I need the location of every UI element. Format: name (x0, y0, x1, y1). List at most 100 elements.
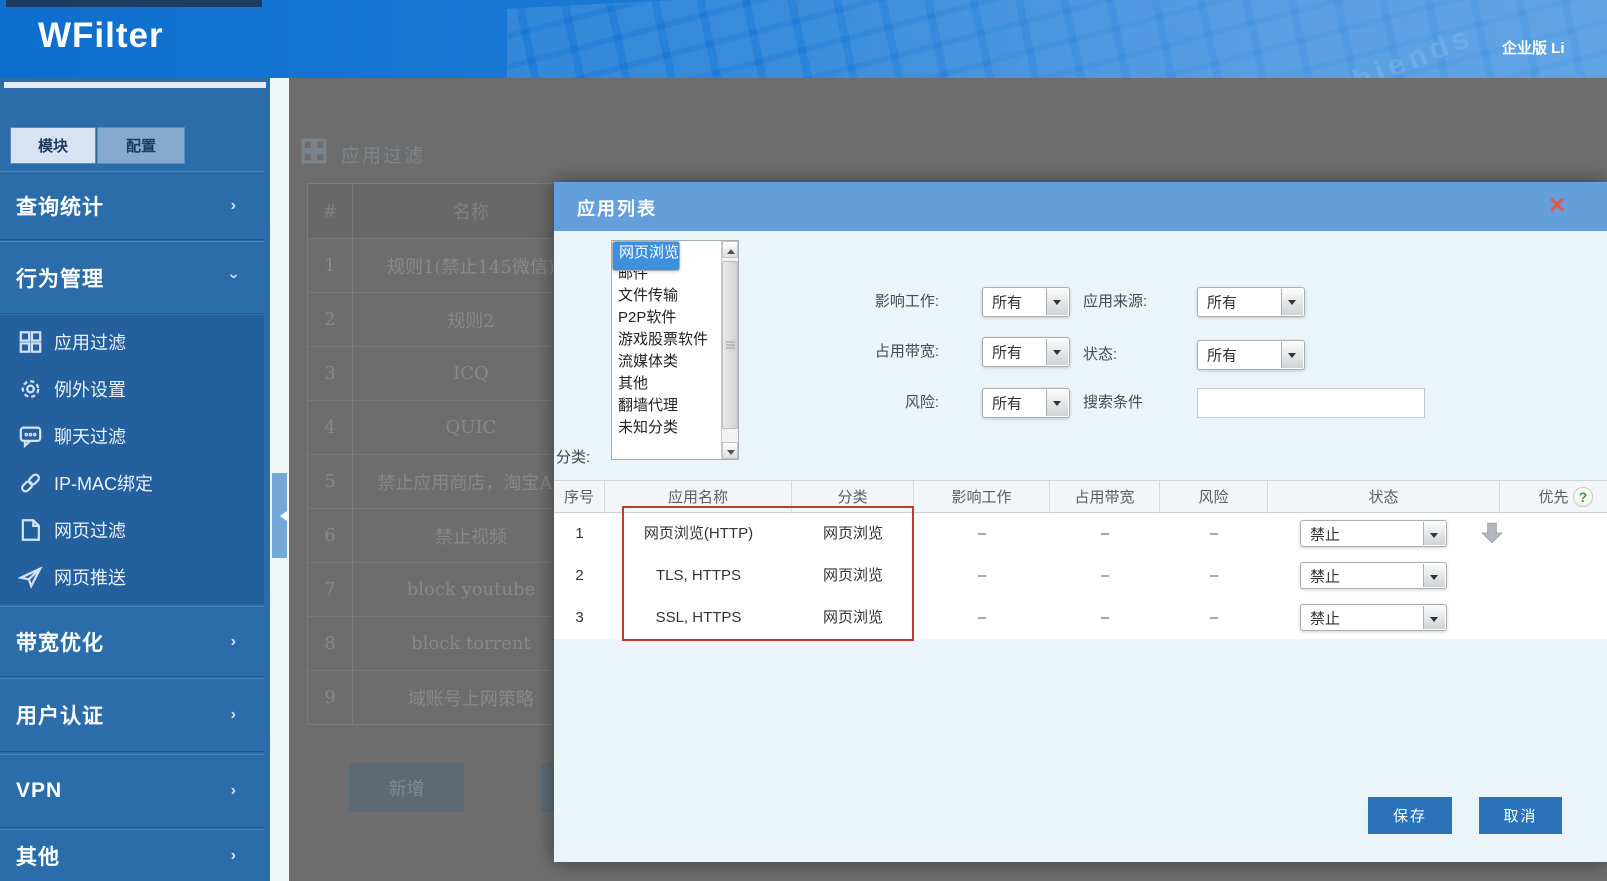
bandwidth-filter-select[interactable]: 所有 (982, 337, 1070, 367)
sidebar-item-other[interactable]: 其他 (0, 829, 264, 881)
page-title: 应用过滤 (341, 146, 426, 167)
link-icon (18, 470, 43, 495)
dropdown-arrow-icon[interactable] (1046, 339, 1068, 365)
app-logo: WFilter (38, 16, 164, 55)
behavior-submenu: 应用过滤 例外设置 聊天过滤 IP-MAC绑定 网页过滤 网页推送 (0, 315, 264, 604)
table-header-row: # 名称 (308, 184, 589, 238)
gear-icon (18, 376, 43, 401)
sidebar-item-web-push[interactable]: 网页推送 (0, 553, 264, 600)
category-option[interactable]: 其他 (612, 373, 738, 395)
category-label: 分类: (556, 449, 591, 466)
col-no: 序号 (554, 481, 605, 514)
top-banner: hiends WFilter 企业版 Li (0, 0, 1607, 78)
category-listbox[interactable]: 网页浏览 聊天软件 邮件 文件传输 P2P软件 游戏股票软件 流媒体类 其他 翻… (611, 240, 739, 460)
table-row: 7 block youtube (308, 562, 589, 616)
scroll-up-button[interactable] (722, 241, 738, 258)
grid-icon (300, 137, 328, 165)
row-status-select[interactable]: 禁止 (1300, 604, 1447, 631)
sidebar-strip (270, 78, 289, 881)
impact-filter-label: 影响工作: (874, 293, 939, 310)
tab-module[interactable]: 模块 (10, 127, 96, 164)
table-row: 1 规则1(禁止145微信) (308, 238, 589, 292)
bandwidth-filter-label: 占用带宽: (874, 343, 939, 360)
table-row: 8 block torrent (308, 616, 589, 670)
row-status-select[interactable]: 禁止 (1300, 520, 1447, 547)
search-input[interactable] (1197, 388, 1425, 418)
triangle-down-icon (727, 450, 735, 459)
save-button[interactable]: 保存 (1368, 797, 1452, 834)
priority-down-icon[interactable] (1479, 520, 1509, 547)
col-status: 状态 (1268, 481, 1500, 514)
col-bandwidth: 占用带宽 (1050, 481, 1160, 514)
sidebar-item-bandwidth[interactable]: 带宽优化 (0, 606, 264, 677)
impact-filter-select[interactable]: 所有 (982, 287, 1070, 317)
sidebar-item-vpn[interactable]: VPN (0, 754, 264, 828)
scroll-down-button[interactable] (722, 442, 738, 459)
category-option[interactable]: 文件传输 (612, 285, 738, 307)
dropdown-arrow-icon[interactable] (1423, 564, 1445, 587)
source-filter-select[interactable]: 所有 (1197, 287, 1305, 317)
chevron-down-icon (224, 273, 242, 278)
triangle-up-icon (727, 245, 735, 254)
grid-icon (18, 329, 43, 354)
sidebar-item-ip-mac-binding[interactable]: IP-MAC绑定 (0, 459, 264, 506)
search-label: 搜索条件 (1083, 394, 1144, 411)
row-status-select[interactable]: 禁止 (1300, 562, 1447, 589)
sidebar-item-query-stats[interactable]: 查询统计 (0, 171, 264, 240)
dropdown-arrow-icon[interactable] (1281, 342, 1303, 368)
risk-filter-select[interactable]: 所有 (982, 388, 1070, 418)
app-list-dialog: 应用列表 网页浏览 聊天软件 邮件 文件传输 P2P软件 游戏股票软件 流媒体类… (554, 182, 1607, 862)
risk-filter-label: 风险: (904, 394, 939, 411)
collapse-left-arrow-icon (275, 510, 287, 521)
edition-label: 企业版 Li (1502, 40, 1565, 57)
category-option[interactable]: 流媒体类 (612, 351, 738, 373)
dropdown-arrow-icon[interactable] (1046, 390, 1068, 416)
col-impact: 影响工作 (914, 481, 1050, 514)
highlight-annotation-box (622, 506, 914, 641)
category-option[interactable]: 游戏股票软件 (612, 329, 738, 351)
status-filter-select[interactable]: 所有 (1197, 340, 1305, 370)
table-row: 5 禁止应用商店，淘宝AP (308, 454, 589, 508)
sidebar-item-chat-filter[interactable]: 聊天过滤 (0, 412, 264, 459)
dropdown-arrow-icon[interactable] (1046, 289, 1068, 315)
sidebar-item-web-filter[interactable]: 网页过滤 (0, 506, 264, 553)
listbox-scrollbar[interactable] (721, 241, 738, 459)
source-filter-label: 应用来源: (1083, 293, 1148, 310)
close-icon[interactable] (1542, 190, 1572, 220)
chevron-right-icon (231, 847, 236, 865)
table-row: 6 禁止视频 (308, 508, 589, 562)
category-option-selected[interactable]: 网页浏览 (612, 241, 681, 271)
dialog-header: 应用列表 (554, 182, 1607, 231)
sidebar-item-app-filter[interactable]: 应用过滤 (0, 318, 264, 365)
category-option[interactable]: 未知分类 (612, 417, 738, 439)
category-option[interactable]: P2P软件 (612, 307, 738, 329)
sidebar: 模块 配置 查询统计 行为管理 应用过滤 例外设置 (0, 78, 270, 881)
send-icon (17, 564, 43, 589)
wfilter-app: hiends WFilter 企业版 Li 模块 配置 查询统计 行为管理 应用… (0, 0, 1607, 881)
chat-icon (18, 423, 43, 448)
table-row: 9 域账号上网策略 (308, 670, 589, 724)
table-row: 3 ICQ (308, 346, 589, 400)
help-icon[interactable] (1573, 487, 1593, 507)
sidebar-top-line (4, 82, 266, 88)
chevron-right-icon (231, 706, 236, 724)
sidebar-item-user-auth[interactable]: 用户认证 (0, 678, 264, 752)
top-navy-strip (6, 0, 262, 7)
page-icon (18, 517, 43, 542)
add-button: 新增 (349, 763, 464, 812)
category-option[interactable]: 翻墙代理 (612, 395, 738, 417)
sidebar-item-behavior-mgmt[interactable]: 行为管理 (0, 241, 264, 314)
table-row: 4 QUIC (308, 400, 589, 454)
status-filter-label: 状态: (1083, 346, 1118, 363)
sidebar-item-exceptions[interactable]: 例外设置 (0, 365, 264, 412)
table-row: 2 规则2 (308, 292, 589, 346)
scroll-thumb[interactable] (722, 261, 738, 429)
dropdown-arrow-icon[interactable] (1423, 522, 1445, 545)
chevron-right-icon (231, 197, 236, 215)
dropdown-arrow-icon[interactable] (1423, 606, 1445, 629)
sidebar-collapse-handle[interactable] (272, 473, 287, 558)
thumb-grip-icon (726, 341, 735, 349)
cancel-button[interactable]: 取消 (1479, 797, 1562, 834)
dropdown-arrow-icon[interactable] (1281, 289, 1303, 315)
tab-config[interactable]: 配置 (97, 127, 185, 164)
